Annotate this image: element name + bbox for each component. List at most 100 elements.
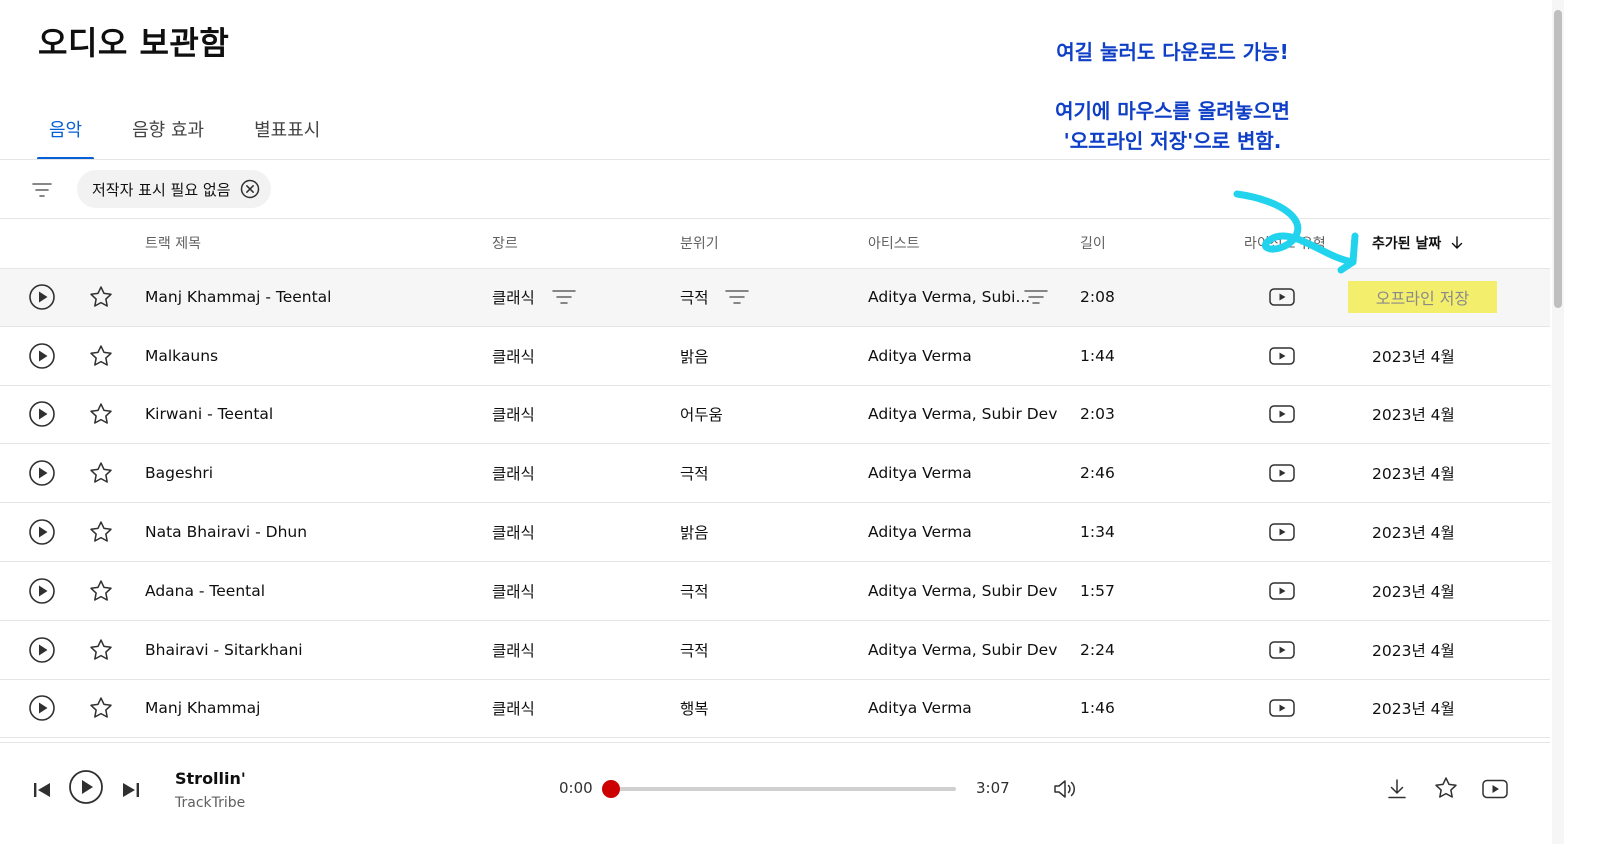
youtube-icon (1268, 463, 1296, 483)
track-genre: 클래식 (492, 347, 535, 366)
play-icon[interactable] (28, 694, 56, 722)
column-header-mood[interactable]: 분위기 (680, 233, 719, 253)
youtube-icon (1268, 698, 1296, 718)
progress-bar[interactable] (602, 780, 956, 798)
volume-icon[interactable] (1052, 777, 1078, 801)
track-length: 1:44 (1080, 346, 1115, 365)
track-genre: 클래식 (492, 406, 535, 425)
track-length: 2:08 (1080, 288, 1115, 307)
track-row[interactable]: Bhairavi - Sitarkhani 클래식 극적 Aditya Verma, … (0, 621, 1550, 680)
annotation-arrow (1233, 190, 1359, 274)
track-mood: 행복 (680, 700, 709, 719)
track-row[interactable]: Adana - Teental 클래식 극적 Aditya Verma, Subir … (0, 562, 1550, 621)
track-length: 2:03 (1080, 405, 1115, 424)
star-icon[interactable] (88, 460, 114, 486)
track-added-date: 2023년 4월 (1372, 465, 1455, 484)
filter-chip-label: 저작자 표시 필요 없음 (92, 180, 231, 199)
track-mood: 극적 (680, 289, 709, 308)
annotation-hover-line-2: '오프라인 저장'으로 변함. (1063, 129, 1282, 153)
close-icon[interactable] (239, 178, 261, 200)
star-icon[interactable] (88, 343, 114, 369)
play-icon[interactable] (28, 577, 56, 605)
progress-handle[interactable] (602, 780, 620, 798)
track-title[interactable]: Bageshri (145, 464, 213, 482)
audio-player: Strollin' TrackTribe 0:00 3:07 (0, 742, 1550, 844)
track-added-date: 2023년 4월 (1372, 582, 1455, 601)
track-title[interactable]: Malkauns (145, 347, 218, 365)
youtube-icon (1268, 287, 1296, 307)
track-artist: Aditya Verma (868, 523, 972, 542)
play-icon[interactable] (28, 400, 56, 428)
track-length: 1:46 (1080, 699, 1115, 718)
star-icon[interactable] (88, 578, 114, 604)
save-offline-button[interactable]: 오프라인 저장 (1348, 281, 1497, 314)
track-genre: 클래식 (492, 465, 535, 484)
tab-sound-effects[interactable]: 음향 효과 (120, 110, 216, 160)
current-time: 0:00 (559, 779, 593, 797)
filter-genre-icon[interactable] (551, 287, 577, 307)
column-header-added-date[interactable]: 추가된 날짜 (1372, 233, 1465, 253)
play-icon[interactable] (28, 342, 56, 370)
youtube-icon[interactable] (1481, 778, 1509, 800)
play-icon[interactable] (28, 459, 56, 487)
play-icon[interactable] (28, 518, 56, 546)
track-added-date: 2023년 4월 (1372, 524, 1455, 543)
annotation-hover-line-1: 여기에 마우스를 올려놓으면 (1055, 99, 1290, 123)
track-length: 2:24 (1080, 640, 1115, 659)
track-length: 2:46 (1080, 464, 1115, 483)
track-genre: 클래식 (492, 289, 535, 308)
column-header-artist[interactable]: 아티스트 (868, 233, 920, 253)
star-icon[interactable] (88, 637, 114, 663)
filter-icon[interactable] (30, 178, 54, 202)
arrow-down-icon (1449, 235, 1465, 251)
track-row[interactable]: Manj Khammaj 클래식 행복 Aditya Verma 1:46 2023년 4… (0, 680, 1550, 739)
total-time: 3:07 (976, 779, 1010, 797)
track-title[interactable]: Manj Khammaj - Teental (145, 288, 331, 306)
track-title[interactable]: Nata Bhairavi - Dhun (145, 523, 307, 541)
track-row[interactable]: Kirwani - Teental 클래식 어두움 Aditya Verma, Sub… (0, 386, 1550, 445)
skip-next-icon[interactable] (120, 779, 142, 801)
tabs-divider (0, 159, 1550, 160)
skip-previous-icon[interactable] (31, 779, 53, 801)
star-icon[interactable] (88, 284, 114, 310)
annotation-hover-hint: 여기에 마우스를 올려놓으면 '오프라인 저장'으로 변함. (1000, 96, 1345, 156)
track-title[interactable]: Bhairavi - Sitarkhani (145, 641, 303, 659)
track-added-date: 2023년 4월 (1372, 347, 1455, 366)
star-icon[interactable] (88, 519, 114, 545)
track-title[interactable]: Kirwani - Teental (145, 405, 273, 423)
filter-artist-icon[interactable] (1023, 287, 1049, 307)
track-artist: Aditya Verma (868, 346, 972, 365)
youtube-icon (1268, 640, 1296, 660)
track-artist: Aditya Verma, Subi... (868, 288, 1031, 307)
track-row[interactable]: Bageshri 클래식 극적 Aditya Verma 2:46 2023년 4월 (0, 444, 1550, 504)
tab-music[interactable]: 음악 (37, 110, 95, 160)
youtube-icon (1268, 404, 1296, 424)
play-icon[interactable] (28, 636, 56, 664)
column-header-length[interactable]: 길이 (1080, 233, 1106, 253)
play-pause-icon[interactable] (68, 769, 104, 805)
column-header-genre[interactable]: 장르 (492, 233, 518, 253)
play-icon[interactable] (28, 283, 56, 311)
track-artist: Aditya Verma, Subir Dev (868, 405, 1058, 424)
star-icon[interactable] (88, 401, 114, 427)
scrollbar-thumb[interactable] (1554, 10, 1562, 308)
track-added-date: 2023년 4월 (1372, 700, 1455, 719)
track-title[interactable]: Adana - Teental (145, 582, 265, 600)
track-title[interactable]: Manj Khammaj (145, 699, 260, 717)
tab-starred[interactable]: 별표표시 (242, 110, 332, 160)
filter-chip-no-attribution[interactable]: 저작자 표시 필요 없음 (77, 170, 271, 208)
track-genre: 클래식 (492, 582, 535, 601)
star-icon[interactable] (1433, 775, 1459, 801)
download-icon[interactable] (1385, 777, 1409, 801)
track-row[interactable]: Malkauns 클래식 밝음 Aditya Verma 1:44 2023년 4월 (0, 327, 1550, 386)
track-added-date: 2023년 4월 (1372, 406, 1455, 425)
now-playing-title: Strollin' (175, 769, 246, 788)
track-mood: 밝음 (680, 524, 709, 543)
track-artist: Aditya Verma, Subir Dev (868, 581, 1058, 600)
scrollbar[interactable] (1552, 0, 1564, 844)
filter-mood-icon[interactable] (724, 287, 750, 307)
column-header-title[interactable]: 트랙 제목 (145, 233, 201, 253)
track-artist: Aditya Verma (868, 464, 972, 483)
track-row[interactable]: Nata Bhairavi - Dhun 클래식 밝음 Aditya Verma 1:3… (0, 503, 1550, 562)
star-icon[interactable] (88, 695, 114, 721)
